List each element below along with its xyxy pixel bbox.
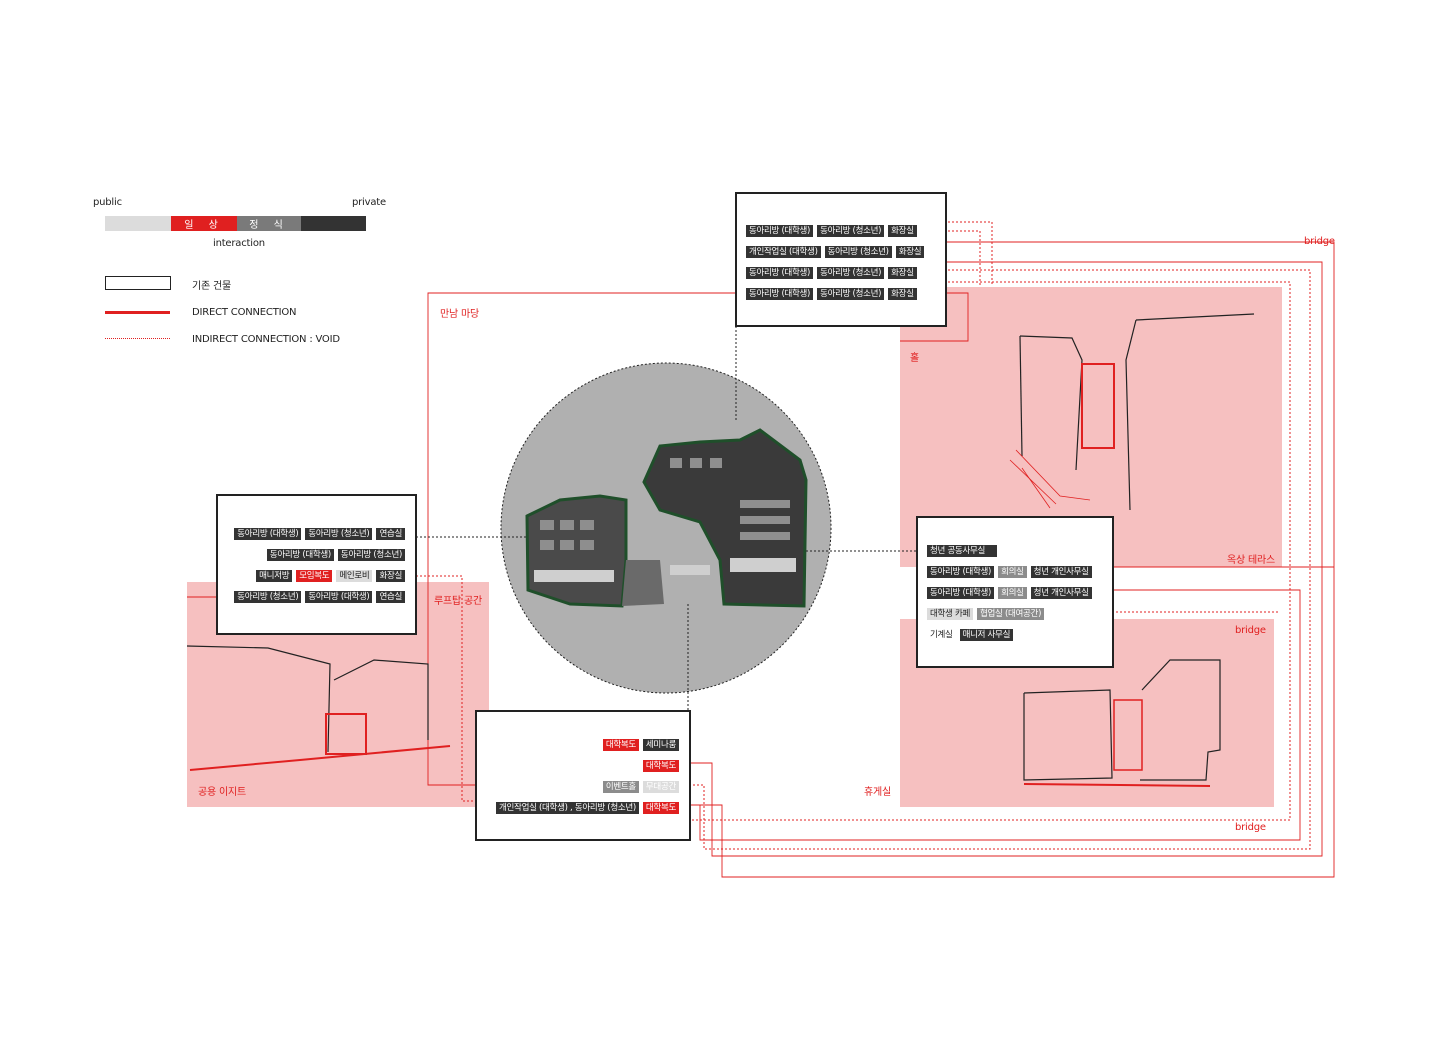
- box-bottom-row-1: 대학복도 세미나룸: [602, 739, 679, 751]
- building-box-bottom: 대학복도 세미나룸 대학복도 이벤트홀 무대공간 개인작업실 (대학생) , 동…: [475, 710, 691, 841]
- room-tag: 청년 개인사무실: [1030, 566, 1092, 578]
- room-tag: 청년 공동사무실: [927, 545, 998, 557]
- room-tag: 세미나룸: [642, 739, 679, 751]
- room-tag: 화장실: [888, 267, 917, 279]
- room-tag: 동아리방 (청소년): [817, 288, 885, 300]
- label-bridge-bottom: bridge: [1235, 822, 1266, 833]
- room-tag: 동아리방 (청소년): [234, 591, 302, 603]
- room-tag: 동아리방 (대학생): [746, 288, 814, 300]
- room-tag: 동아리방 (대학생): [927, 587, 995, 599]
- room-tag: 동아리방 (청소년): [817, 225, 885, 237]
- box-top-row-1: 동아리방 (대학생) 동아리방 (청소년) 화장실: [746, 225, 917, 237]
- box-top-row-2: 개인작업실 (대학생) 동아리방 (청소년) 화장실: [746, 246, 925, 258]
- label-rooftop-terrace: 옥상 테라스: [1227, 555, 1275, 566]
- sketch-lounge: [1023, 659, 1221, 787]
- room-tag: 개인작업실 (대학생): [746, 246, 821, 258]
- room-tag: 동아리방 (대학생): [234, 528, 302, 540]
- label-lounge: 휴게실: [864, 787, 891, 798]
- room-tag: 동아리방 (청소년): [824, 246, 892, 258]
- room-tag: 대학복도: [602, 739, 639, 751]
- room-tag: 매니저방: [256, 570, 293, 582]
- building-box-left: 동아리방 (대학생) 동아리방 (청소년) 연습실 동아리방 (대학생) 동아리…: [216, 494, 417, 635]
- room-tag: 연습실: [376, 528, 405, 540]
- box-top-row-3: 동아리방 (대학생) 동아리방 (청소년) 화장실: [746, 267, 917, 279]
- room-tag: 동아리방 (청소년): [305, 528, 373, 540]
- box-right-row-3: 동아리방 (대학생) 회의실 청년 개인사무실: [927, 587, 1092, 599]
- room-tag: 동아리방 (대학생): [746, 225, 814, 237]
- room-tag: 동아리방 (대학생): [266, 549, 334, 561]
- box-bottom-row-4: 개인작업실 (대학생) , 동아리방 (청소년) 대학복도: [496, 802, 679, 814]
- room-tag: 동아리방 (대학생): [305, 591, 373, 603]
- box-top-row-4: 동아리방 (대학생) 동아리방 (청소년) 화장실: [746, 288, 917, 300]
- room-tag: 기계실: [930, 630, 953, 640]
- room-tag: 협업실 (대여공간): [977, 608, 1045, 620]
- box-right-row-4: 대학생 카페 협업실 (대여공간): [927, 608, 1045, 620]
- room-tag: 회의실: [998, 566, 1027, 578]
- room-tag: 메인로비: [336, 570, 373, 582]
- building-box-right: 청년 공동사무실 동아리방 (대학생) 회의실 청년 개인사무실 동아리방 (대…: [916, 516, 1114, 668]
- box-right-row-2: 동아리방 (대학생) 회의실 청년 개인사무실: [927, 566, 1092, 578]
- box-bottom-row-3: 이벤트홀 무대공간: [602, 781, 679, 793]
- room-tag: 이벤트홀: [602, 781, 639, 793]
- diagram-canvas: [186, 221, 1335, 878]
- label-bridge-mid: bridge: [1235, 625, 1266, 636]
- label-madang: 만남 마당: [440, 309, 479, 320]
- box-right-row-5: 기계실 매니저 사무실: [927, 629, 1014, 641]
- room-tag: 화장실: [895, 246, 925, 258]
- room-tag: 화장실: [888, 288, 917, 300]
- room-tag: 연습실: [376, 591, 405, 603]
- room-tag: 동아리방 (대학생): [746, 267, 814, 279]
- sketch-public-exit: [186, 645, 451, 771]
- room-tag: 대학생 카페: [927, 608, 974, 620]
- room-tag: 동아리방 (청소년): [337, 549, 405, 561]
- box-left-row-2: 동아리방 (대학생) 동아리방 (청소년): [266, 549, 405, 561]
- building-box-top: 동아리방 (대학생) 동아리방 (청소년) 화장실 개인작업실 (대학생) 동아…: [735, 192, 947, 327]
- label-rooftop-space: 루프탑 공간: [434, 596, 482, 607]
- room-tag: 화장실: [376, 570, 405, 582]
- room-tag: 동아리방 (청소년): [817, 267, 885, 279]
- room-tag: 청년 개인사무실: [1030, 587, 1092, 599]
- label-hall: 홀: [910, 353, 919, 364]
- room-tag: 개인작업실 (대학생) , 동아리방 (청소년): [496, 802, 639, 814]
- room-tag: 매니저 사무실: [959, 629, 1014, 641]
- room-tag: 무대공간: [642, 781, 679, 793]
- box-left-row-4: 동아리방 (청소년) 동아리방 (대학생) 연습실: [234, 591, 405, 603]
- room-tag: 회의실: [998, 587, 1027, 599]
- box-left-row-1: 동아리방 (대학생) 동아리방 (청소년) 연습실: [234, 528, 405, 540]
- sketch-hall: [1009, 313, 1255, 511]
- room-tag: 화장실: [888, 225, 917, 237]
- room-tag: 모임복도: [296, 570, 333, 582]
- box-bottom-row-2: 대학복도: [642, 760, 679, 772]
- label-public-exit: 공용 이지트: [198, 787, 246, 798]
- room-tag: 대학복도: [642, 760, 679, 772]
- box-right-row-1: 청년 공동사무실: [927, 545, 998, 557]
- box-left-row-3: 매니저방 모임복도 메인로비 화장실: [256, 570, 405, 582]
- room-tag: 대학복도: [642, 802, 679, 814]
- room-tag: 동아리방 (대학생): [927, 566, 995, 578]
- label-bridge-top: bridge: [1304, 236, 1335, 247]
